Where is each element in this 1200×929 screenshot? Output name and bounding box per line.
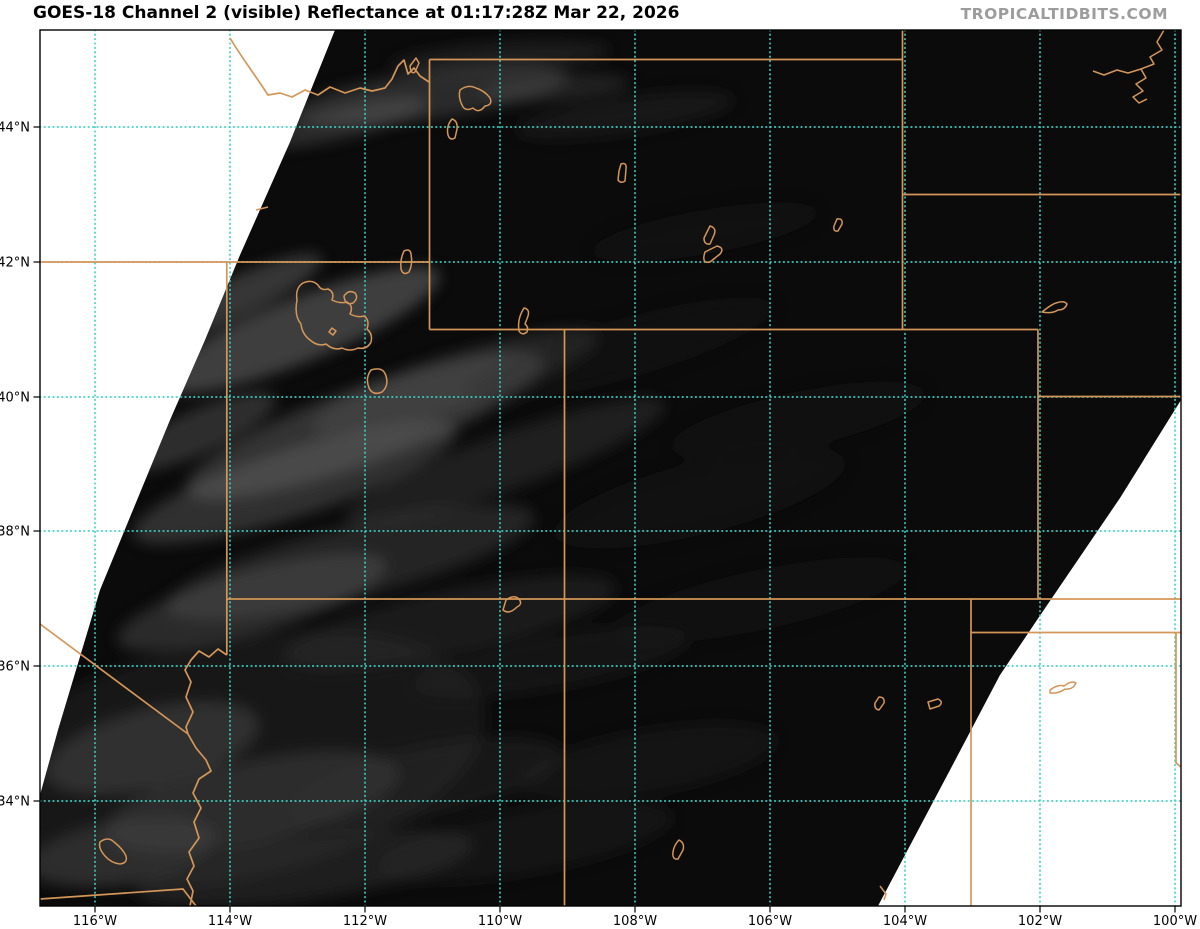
x-tick-label: 108°W	[613, 914, 657, 929]
x-tick-label: 106°W	[748, 914, 792, 929]
x-tick-label: 100°W	[1153, 914, 1197, 929]
map-svg: 116°W 114°W 112°W 110°W 108°W 106°W 104°W 102°W…	[0, 29, 1197, 929]
y-tick-label: 36°N	[0, 660, 30, 675]
y-tick-label: 40°N	[0, 391, 30, 406]
x-tick-label: 104°W	[883, 914, 927, 929]
x-tick-label: 116°W	[73, 914, 117, 929]
x-tick-label: 102°W	[1018, 914, 1062, 929]
x-tick-label: 114°W	[208, 914, 252, 929]
x-tick-label: 112°W	[343, 914, 387, 929]
y-tick-label: 42°N	[0, 256, 30, 271]
satellite-image-page: GOES-18 Channel 2 (visible) Reflectance …	[0, 0, 1200, 929]
y-tick-label: 34°N	[0, 795, 30, 810]
x-tick-label: 110°W	[478, 914, 522, 929]
y-tick-label: 44°N	[0, 121, 30, 136]
y-tick-label: 38°N	[0, 525, 30, 540]
map-layers	[40, 30, 1181, 906]
